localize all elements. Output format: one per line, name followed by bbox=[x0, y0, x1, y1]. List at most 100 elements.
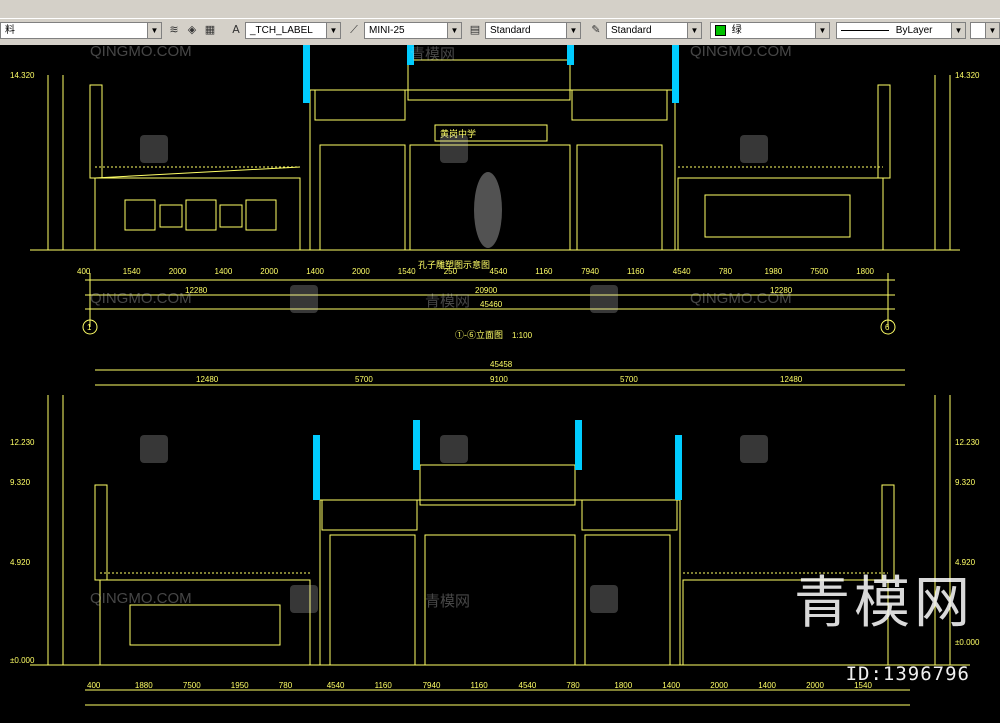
top-left-window-1 bbox=[124, 199, 156, 231]
bottom-seg-2: 5700 bbox=[355, 375, 373, 384]
dim-label: 400 bbox=[77, 267, 91, 276]
dim-label: 2000 bbox=[710, 681, 728, 690]
text-style-icon[interactable]: A bbox=[228, 22, 244, 38]
dim-label: 1160 bbox=[627, 267, 645, 276]
top-gate-right-bay bbox=[576, 144, 663, 251]
dim-style-combo[interactable]: MINI-25 ▼ bbox=[364, 22, 462, 39]
top-left-wing-wall bbox=[94, 177, 301, 251]
top-right-panel bbox=[704, 194, 851, 238]
level-right-2: 12.230 bbox=[955, 438, 980, 447]
watermark-logo-icon bbox=[440, 435, 468, 463]
watermark-cn: 青模网 bbox=[425, 293, 471, 310]
top-left-window-4 bbox=[219, 204, 243, 228]
layer-states-icon[interactable]: ≋ bbox=[166, 22, 182, 38]
dim-label: 250 bbox=[444, 267, 458, 276]
dim-label: 1400 bbox=[215, 267, 233, 276]
color-combo[interactable]: 绿 ▼ bbox=[710, 22, 830, 39]
watermark-logo-icon bbox=[740, 135, 768, 163]
chevron-down-icon[interactable]: ▼ bbox=[687, 23, 701, 38]
bottom-dim-row-bottom: 400 1880 7500 1950 780 4540 1160 7940 1160 4540 78… bbox=[87, 681, 872, 690]
dim-label: 2000 bbox=[260, 267, 278, 276]
brand-watermark: 青模网 bbox=[794, 571, 974, 636]
watermark-logo-icon bbox=[140, 135, 168, 163]
top-right-wing-wall bbox=[677, 177, 884, 251]
dim-label: 2000 bbox=[352, 267, 370, 276]
layer-prev-icon[interactable]: ◈ bbox=[184, 22, 200, 38]
chevron-down-icon[interactable]: ▼ bbox=[447, 23, 461, 38]
grid-label-right: 6 bbox=[885, 323, 890, 332]
multileader-style-value: Standard bbox=[611, 25, 652, 36]
dim-label: 1400 bbox=[758, 681, 776, 690]
dim-label: 4540 bbox=[490, 267, 508, 276]
table-style-icon[interactable]: ▤ bbox=[467, 22, 483, 38]
dim-label: 1980 bbox=[765, 267, 783, 276]
bottom-seg-1: 12480 bbox=[196, 375, 219, 384]
chevron-down-icon[interactable]: ▼ bbox=[147, 23, 161, 38]
linetype-combo[interactable]: ByLayer ▼ bbox=[836, 22, 966, 39]
dim-label: 1880 bbox=[135, 681, 153, 690]
chevron-down-icon[interactable]: ▼ bbox=[815, 23, 829, 38]
chevron-down-icon[interactable]: ▼ bbox=[951, 23, 965, 38]
bottom-cyan-column-left bbox=[313, 435, 320, 500]
top-left-pillar bbox=[89, 84, 103, 179]
table-style-combo[interactable]: Standard ▼ bbox=[485, 22, 581, 39]
text-style-combo[interactable]: _TCH_LABEL ▼ bbox=[245, 22, 341, 39]
watermark-logo-icon bbox=[290, 585, 318, 613]
bottom-cyan-column-right bbox=[675, 435, 682, 500]
top-gate-left-roof bbox=[314, 89, 406, 121]
dim-label: 1400 bbox=[662, 681, 680, 690]
bottom-cyan-column-mid-right bbox=[575, 420, 582, 470]
mleader-style-icon[interactable]: ✎ bbox=[588, 22, 604, 38]
dim-label: 4540 bbox=[519, 681, 537, 690]
watermark-latin: QINGMO.COM bbox=[690, 290, 792, 307]
top-right-pillar bbox=[877, 84, 891, 179]
watermark-logo-icon bbox=[290, 285, 318, 313]
watermark-logo-icon bbox=[590, 585, 618, 613]
top-elevation-title: ①-⑥立面图 bbox=[455, 329, 503, 340]
drawing-canvas[interactable]: 黄岗中学 孔子雕塑图示意图 ①-⑥立面图 1:100 1 6 45460 209… bbox=[0, 43, 1000, 719]
color-swatch bbox=[715, 24, 726, 36]
level-right-1: 14.320 bbox=[955, 71, 980, 80]
dim-label: 7940 bbox=[581, 267, 599, 276]
bottom-gate-frame bbox=[319, 499, 681, 666]
dim-label: 780 bbox=[719, 267, 733, 276]
watermark-cn: 青模网 bbox=[425, 593, 471, 610]
lineweight-combo[interactable]: ▼ bbox=[970, 22, 1000, 39]
text-style-value: _TCH_LABEL bbox=[250, 25, 313, 36]
bottom-left-panel bbox=[129, 604, 281, 646]
chevron-down-icon[interactable]: ▼ bbox=[566, 23, 580, 38]
watermark-latin: QINGMO.COM bbox=[690, 43, 792, 60]
dim-style-icon[interactable]: ⟋ bbox=[346, 22, 362, 38]
dim-label: 7500 bbox=[183, 681, 201, 690]
dim-label: 1400 bbox=[306, 267, 324, 276]
layer-combo[interactable]: 料 ▼ bbox=[0, 22, 162, 39]
dim-label: 1540 bbox=[398, 267, 416, 276]
dim-label: 1160 bbox=[471, 681, 489, 690]
grid-label-left: 1 bbox=[87, 323, 92, 332]
level-left-5: ±0.000 bbox=[10, 656, 35, 665]
watermark-logo-icon bbox=[740, 435, 768, 463]
chevron-down-icon[interactable]: ▼ bbox=[326, 23, 340, 38]
top-cyan-column-mid-right bbox=[567, 45, 574, 65]
layer-match-icon[interactable]: ▦ bbox=[202, 22, 218, 38]
level-right-3: 9.320 bbox=[955, 478, 976, 487]
watermark-logo-icon bbox=[440, 135, 468, 163]
chevron-down-icon[interactable]: ▼ bbox=[985, 23, 999, 38]
watermark-cn: 青模网 bbox=[410, 46, 456, 63]
bottom-total-dim: 45458 bbox=[490, 360, 513, 369]
level-left-2: 12.230 bbox=[10, 438, 35, 447]
dim-label: 780 bbox=[566, 681, 580, 690]
color-value: 绿 bbox=[731, 25, 742, 36]
bottom-gate-left-bay bbox=[329, 534, 416, 666]
toolbar-top-strip bbox=[0, 0, 1000, 18]
layer-combo-value: 料 bbox=[5, 25, 15, 36]
top-total-dim: 45460 bbox=[480, 300, 503, 309]
image-id-label: ID:1396796 bbox=[845, 663, 970, 685]
bottom-gate-left-roof bbox=[321, 499, 418, 531]
dim-label: 1800 bbox=[856, 267, 874, 276]
top-mid-dim: 20900 bbox=[475, 286, 498, 295]
dim-label: 400 bbox=[87, 681, 101, 690]
linetype-preview bbox=[841, 29, 889, 31]
multileader-style-combo[interactable]: Standard ▼ bbox=[606, 22, 702, 39]
dim-style-value: MINI-25 bbox=[369, 25, 405, 36]
